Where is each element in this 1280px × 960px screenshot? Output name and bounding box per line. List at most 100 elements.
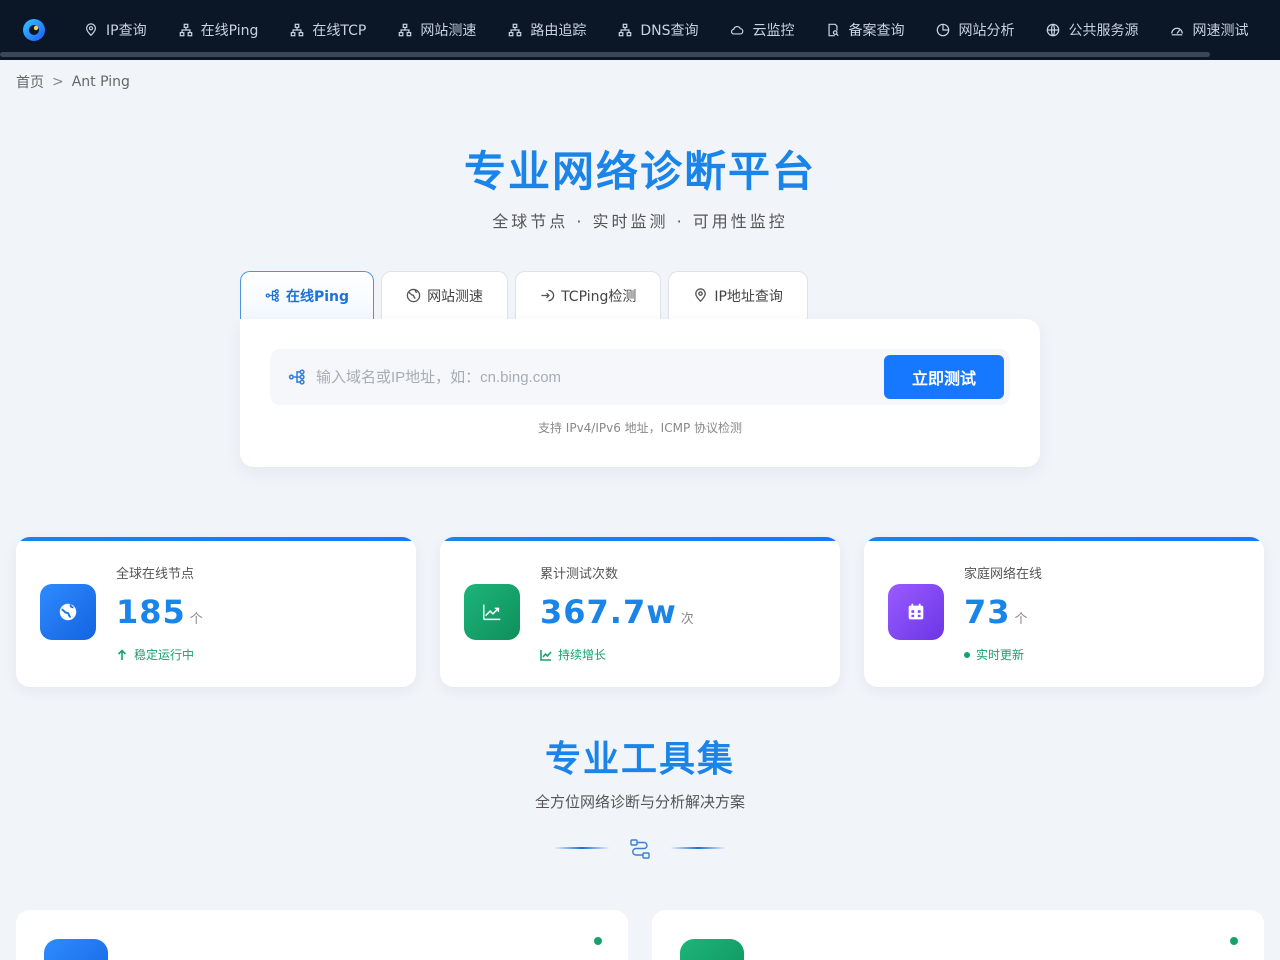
nav-item-online-tcp[interactable]: 在线TCP bbox=[274, 0, 382, 60]
nav-item-label: 云监控 bbox=[752, 23, 795, 39]
nav-item-speed-test[interactable]: 网速测试 bbox=[1154, 0, 1264, 60]
nav-item-ip-query[interactable]: IP查询 bbox=[68, 0, 163, 60]
nav-item-site-analysis[interactable]: 网站分析 bbox=[920, 0, 1030, 60]
network-icon bbox=[291, 23, 304, 37]
divider-left bbox=[554, 847, 610, 849]
breadcrumb-current: Ant Ping bbox=[71, 74, 130, 90]
test-now-button[interactable]: 立即测试 bbox=[884, 355, 1004, 399]
nav-scrollbar[interactable] bbox=[0, 52, 1210, 57]
tool-card[interactable] bbox=[16, 910, 628, 960]
nav-item-icp-query[interactable]: 备案查询 bbox=[810, 0, 920, 60]
tab-ip-lookup[interactable]: IP地址查询 bbox=[668, 271, 808, 319]
hero-title: 专业网络诊断平台 bbox=[463, 147, 816, 196]
stat-card-global-nodes: 全球在线节点 185 个 稳定运行中 bbox=[16, 537, 416, 687]
stat-value: 185 个 bbox=[116, 593, 204, 631]
globe-icon bbox=[59, 603, 77, 621]
map-pin-icon bbox=[695, 288, 707, 303]
tab-label: 在线Ping bbox=[286, 288, 350, 305]
stat-footnote: 稳定运行中 bbox=[116, 646, 194, 663]
site-logo[interactable] bbox=[0, 0, 68, 60]
nav-item-label: 网站测速 bbox=[420, 23, 477, 39]
status-dot-icon bbox=[1230, 937, 1238, 945]
status-dot-icon bbox=[594, 937, 602, 945]
arrow-up-icon bbox=[117, 648, 127, 660]
breadcrumb-separator: > bbox=[52, 74, 64, 90]
cloud-icon bbox=[731, 25, 744, 35]
gauge-icon bbox=[1171, 27, 1184, 36]
stat-foot-text: 实时更新 bbox=[976, 648, 1025, 662]
document-search-icon bbox=[828, 23, 840, 37]
breadcrumb-home[interactable]: 首页 bbox=[16, 72, 44, 92]
search-panel: 立即测试 支持 IPv4/IPv6 地址，ICMP 协议检测 bbox=[240, 319, 1040, 467]
tab-label: IP地址查询 bbox=[714, 288, 783, 305]
stat-value: 367.7w 次 bbox=[540, 593, 695, 631]
stat-unit: 个 bbox=[1014, 612, 1029, 627]
tools-subtitle: 全方位网络诊断与分析解决方案 bbox=[534, 793, 745, 811]
stat-icon-box bbox=[464, 584, 520, 640]
stat-number: 185 bbox=[116, 593, 186, 631]
network-branch-icon bbox=[265, 289, 279, 302]
search-input[interactable] bbox=[316, 359, 876, 395]
trend-up-icon bbox=[540, 649, 552, 661]
stat-unit: 次 bbox=[680, 612, 695, 627]
stat-foot-text: 稳定运行中 bbox=[134, 648, 195, 662]
nav-item-label: 公共服务源 bbox=[1068, 23, 1139, 39]
login-arrow-icon bbox=[541, 289, 555, 302]
nav-item-label: IP查询 bbox=[106, 23, 147, 39]
network-icon bbox=[179, 23, 192, 37]
search-hint: 支持 IPv4/IPv6 地址，ICMP 协议检测 bbox=[537, 421, 743, 435]
map-pin-icon bbox=[86, 23, 96, 37]
stat-foot-text: 持续增长 bbox=[558, 648, 607, 662]
stat-icon-box bbox=[888, 584, 944, 640]
tab-label: TCPing检测 bbox=[561, 288, 637, 305]
stat-footnote: 持续增长 bbox=[540, 646, 606, 663]
nav-item-site-speed[interactable]: 网站测速 bbox=[382, 0, 492, 60]
tool-icon-box bbox=[44, 939, 108, 960]
nav-item-label: 网站分析 bbox=[958, 23, 1015, 39]
stat-label: 累计测试次数 bbox=[540, 567, 619, 582]
nav-item-label: 路由追踪 bbox=[530, 23, 587, 39]
nav-item-label: DNS查询 bbox=[640, 23, 699, 39]
network-branch-icon bbox=[288, 369, 305, 385]
tab-online-ping[interactable]: 在线Ping bbox=[240, 271, 375, 319]
calendar-grid-icon bbox=[908, 603, 924, 620]
line-chart-icon bbox=[483, 604, 501, 621]
tools-title: 专业工具集 bbox=[544, 739, 735, 780]
tab-label: 网站测速 bbox=[427, 288, 484, 305]
hero-subtitle: 全球节点 · 实时监测 · 可用性监控 bbox=[492, 212, 788, 231]
logo-icon bbox=[23, 19, 45, 41]
workflow-icon bbox=[630, 839, 650, 859]
stat-card-home-network: 家庭网络在线 73 个 实时更新 bbox=[864, 537, 1264, 687]
top-nav: IP查询 在线Ping 在线TCP 网站测速 路由追踪 DNS查询 云监控 备案… bbox=[0, 0, 1280, 60]
search-box: 立即测试 bbox=[270, 349, 1010, 405]
stat-card-total-tests: 累计测试次数 367.7w 次 持续增长 bbox=[440, 537, 840, 687]
nav-item-traceroute[interactable]: 路由追踪 bbox=[492, 0, 602, 60]
nav-item-label: 在线TCP bbox=[312, 23, 367, 39]
tool-icon-box bbox=[680, 939, 744, 960]
network-icon bbox=[399, 23, 412, 37]
nav-item-cloud-monitor[interactable]: 云监控 bbox=[714, 0, 810, 60]
globe-icon bbox=[406, 288, 421, 303]
pie-chart-icon bbox=[937, 23, 950, 37]
stat-unit: 个 bbox=[189, 612, 204, 627]
stat-footnote: 实时更新 bbox=[964, 646, 1024, 663]
tab-tcping[interactable]: TCPing检测 bbox=[515, 271, 662, 319]
network-icon bbox=[509, 23, 522, 37]
nav-item-label: 备案查询 bbox=[848, 23, 905, 39]
globe-icon bbox=[1047, 23, 1060, 37]
tool-card[interactable] bbox=[652, 910, 1264, 960]
tab-site-speed[interactable]: 网站测速 bbox=[381, 271, 509, 319]
stat-number: 73 bbox=[964, 593, 1011, 631]
stat-icon-box bbox=[40, 584, 96, 640]
stat-value: 73 个 bbox=[964, 593, 1029, 631]
stat-number: 367.7w bbox=[540, 593, 677, 631]
tool-tabs: 在线Ping 网站测速 TCPing检测 IP地址查询 bbox=[240, 271, 808, 319]
stat-label: 家庭网络在线 bbox=[964, 567, 1043, 582]
nav-item-dns-query[interactable]: DNS查询 bbox=[602, 0, 714, 60]
network-icon bbox=[619, 23, 632, 37]
nav-item-online-ping[interactable]: 在线Ping bbox=[163, 0, 275, 60]
nav-item-public-services[interactable]: 公共服务源 bbox=[1030, 0, 1154, 60]
divider-right bbox=[670, 847, 726, 849]
nav-item-label: 网速测试 bbox=[1192, 23, 1249, 39]
breadcrumb: 首页 > Ant Ping bbox=[16, 72, 130, 92]
